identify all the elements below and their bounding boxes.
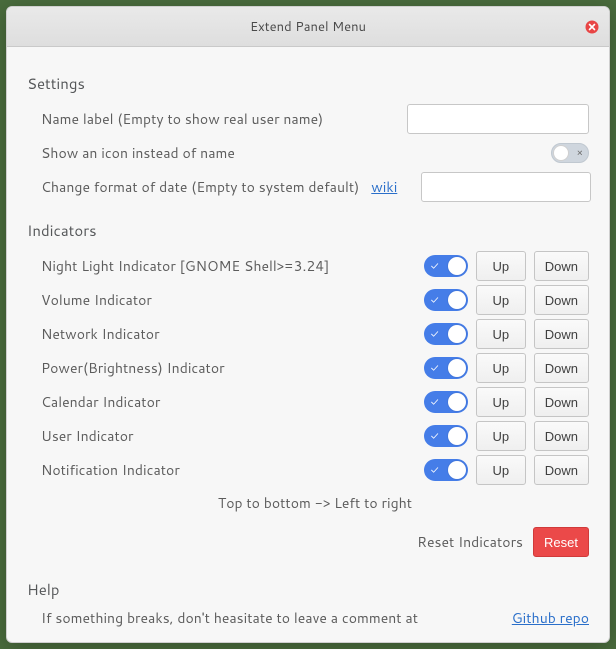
- indicators-section: Night Light Indicator [GNOME Shell>=3.24…: [27, 249, 589, 557]
- toggle-off-icon: ×: [577, 146, 583, 160]
- indicator-label: Volume Indicator: [41, 290, 416, 310]
- check-icon: ✓: [431, 363, 439, 374]
- check-icon: ✓: [431, 397, 439, 408]
- calendar-down-button[interactable]: Down: [534, 387, 589, 417]
- settings-section: Name label (Empty to show real user name…: [27, 102, 589, 204]
- indicator-row-volume: Volume Indicator ✓ Up Down: [41, 283, 589, 317]
- order-hint: Top to bottom -> Left to right: [41, 493, 589, 513]
- help-text: If something breaks, don't heasitate to …: [41, 608, 418, 628]
- reset-indicators-label: Reset Indicators: [417, 532, 523, 552]
- indicator-row-notification: Notification Indicator ✓ Up Down: [41, 453, 589, 487]
- help-heading: Help: [27, 579, 589, 600]
- check-icon: ✓: [431, 465, 439, 476]
- volume-toggle[interactable]: ✓: [424, 289, 468, 311]
- indicator-label: Calendar Indicator: [41, 392, 416, 412]
- date-format-input[interactable]: [421, 172, 591, 202]
- indicators-heading: Indicators: [27, 220, 589, 241]
- settings-heading: Settings: [27, 73, 589, 94]
- network-up-button[interactable]: Up: [476, 319, 526, 349]
- indicator-row-user: User Indicator ✓ Up Down: [41, 419, 589, 453]
- notification-toggle[interactable]: ✓: [424, 459, 468, 481]
- reset-row: Reset Indicators Reset: [41, 527, 589, 557]
- indicator-row-night-light: Night Light Indicator [GNOME Shell>=3.24…: [41, 249, 589, 283]
- icon-instead-label: Show an icon instead of name: [41, 143, 235, 163]
- close-icon: [585, 20, 599, 34]
- indicator-label: Network Indicator: [41, 324, 416, 344]
- power-up-button[interactable]: Up: [476, 353, 526, 383]
- name-label-text: Name label (Empty to show real user name…: [41, 109, 323, 129]
- indicator-row-calendar: Calendar Indicator ✓ Up Down: [41, 385, 589, 419]
- row-date-format: Change format of date (Empty to system d…: [41, 170, 589, 204]
- wiki-link[interactable]: wiki: [371, 177, 397, 197]
- github-repo-link[interactable]: Github repo: [512, 608, 589, 628]
- user-down-button[interactable]: Down: [534, 421, 589, 451]
- close-button[interactable]: [585, 20, 599, 34]
- check-icon: ✓: [431, 261, 439, 272]
- indicator-row-network: Network Indicator ✓ Up Down: [41, 317, 589, 351]
- titlebar: Extend Panel Menu: [7, 7, 609, 47]
- night-light-down-button[interactable]: Down: [534, 251, 589, 281]
- toggle-knob: [553, 145, 569, 161]
- calendar-up-button[interactable]: Up: [476, 387, 526, 417]
- check-icon: ✓: [431, 431, 439, 442]
- user-up-button[interactable]: Up: [476, 421, 526, 451]
- check-icon: ✓: [431, 295, 439, 306]
- power-toggle[interactable]: ✓: [424, 357, 468, 379]
- volume-up-button[interactable]: Up: [476, 285, 526, 315]
- network-toggle[interactable]: ✓: [424, 323, 468, 345]
- notification-down-button[interactable]: Down: [534, 455, 589, 485]
- help-section: Help If something breaks, don't heasitat…: [27, 579, 589, 642]
- network-down-button[interactable]: Down: [534, 319, 589, 349]
- user-toggle[interactable]: ✓: [424, 425, 468, 447]
- indicator-label: Power(Brightness) Indicator: [41, 358, 416, 378]
- icon-instead-toggle[interactable]: ×: [551, 143, 589, 163]
- row-icon-instead: Show an icon instead of name ×: [41, 136, 589, 170]
- content-area: Settings Name label (Empty to show real …: [7, 47, 609, 642]
- window-title: Extend Panel Menu: [250, 18, 366, 36]
- preferences-window: Extend Panel Menu Settings Name label (E…: [6, 6, 610, 643]
- indicator-label: User Indicator: [41, 426, 416, 446]
- check-icon: ✓: [431, 329, 439, 340]
- calendar-toggle[interactable]: ✓: [424, 391, 468, 413]
- row-name-label: Name label (Empty to show real user name…: [41, 102, 589, 136]
- volume-down-button[interactable]: Down: [534, 285, 589, 315]
- date-format-label: Change format of date (Empty to system d…: [41, 177, 359, 197]
- help-line: If something breaks, don't heasitate to …: [27, 608, 589, 628]
- notification-up-button[interactable]: Up: [476, 455, 526, 485]
- night-light-up-button[interactable]: Up: [476, 251, 526, 281]
- indicator-label: Night Light Indicator [GNOME Shell>=3.24…: [41, 256, 416, 276]
- power-down-button[interactable]: Down: [534, 353, 589, 383]
- reset-button[interactable]: Reset: [533, 527, 589, 557]
- indicator-row-power: Power(Brightness) Indicator ✓ Up Down: [41, 351, 589, 385]
- indicator-label: Notification Indicator: [41, 460, 416, 480]
- night-light-toggle[interactable]: ✓: [424, 255, 468, 277]
- name-label-input[interactable]: [407, 104, 589, 134]
